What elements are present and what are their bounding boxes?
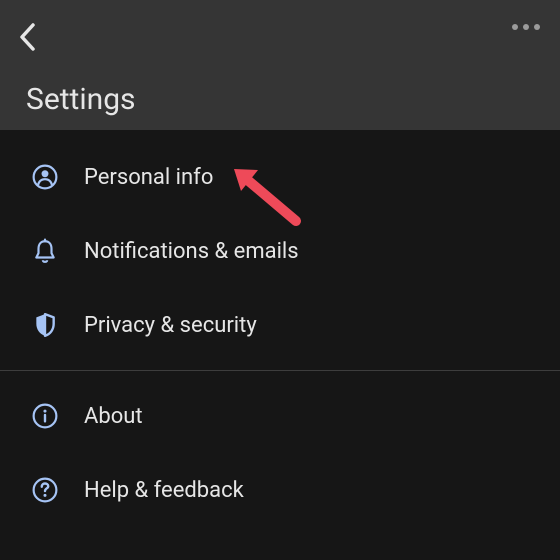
- more-icon-dot: [523, 24, 529, 30]
- menu-item-label: Privacy & security: [84, 313, 257, 338]
- divider: [0, 370, 560, 371]
- shield-icon: [32, 312, 58, 338]
- back-button[interactable]: [18, 22, 36, 52]
- more-button[interactable]: [512, 24, 540, 30]
- account-icon: [32, 164, 58, 190]
- bell-icon: [32, 238, 58, 264]
- menu-item-help[interactable]: Help & feedback: [0, 453, 560, 527]
- menu-item-label: Personal info: [84, 165, 213, 190]
- page-title: Settings: [26, 82, 136, 117]
- more-icon-dot: [512, 24, 518, 30]
- header-bar: Settings: [0, 0, 560, 130]
- menu-item-privacy[interactable]: Privacy & security: [0, 288, 560, 362]
- menu-item-notifications[interactable]: Notifications & emails: [0, 214, 560, 288]
- menu-item-label: About: [84, 404, 143, 429]
- info-icon: [32, 403, 58, 429]
- chevron-left-icon: [18, 22, 36, 52]
- menu-item-personal-info[interactable]: Personal info: [0, 140, 560, 214]
- more-icon-dot: [534, 24, 540, 30]
- menu-item-label: Notifications & emails: [84, 239, 299, 264]
- menu-item-label: Help & feedback: [84, 478, 244, 503]
- menu-item-about[interactable]: About: [0, 379, 560, 453]
- help-icon: [32, 477, 58, 503]
- settings-menu: Personal info Notifications & emails Pri…: [0, 130, 560, 527]
